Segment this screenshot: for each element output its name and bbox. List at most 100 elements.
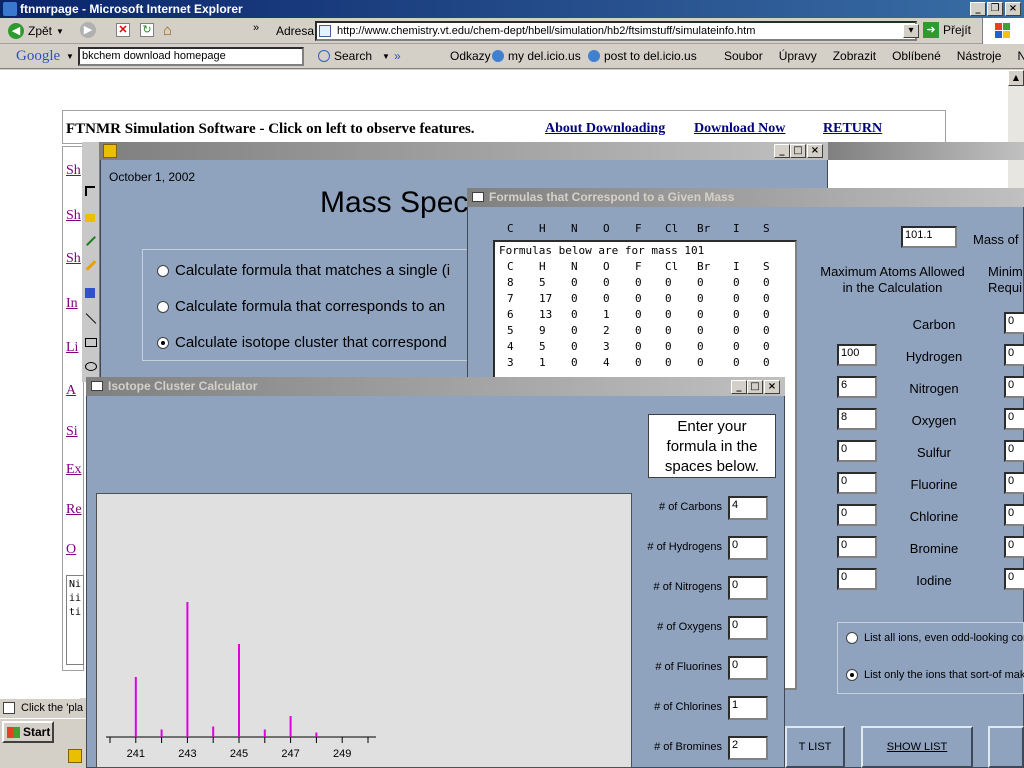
pointer-tool-icon[interactable]: [85, 186, 95, 196]
list-option-sorted[interactable]: List only the ions that sort-of make: [846, 669, 1024, 681]
formula-row[interactable]: 8 5 0 0 0 0 0 0 0: [495, 276, 795, 292]
menu-help[interactable]: Ná: [1017, 49, 1024, 63]
isotope-minimize-button[interactable]: _: [731, 380, 747, 394]
page-textarea[interactable]: Ni ii ti: [66, 575, 84, 665]
menu-edit[interactable]: Úpravy: [779, 49, 817, 63]
x-tick-label: 243: [178, 748, 196, 760]
formula-row[interactable]: 3 1 0 4 0 0 0 0 0: [495, 356, 795, 372]
stop-icon[interactable]: ✕: [116, 23, 130, 37]
element-max-input[interactable]: 0: [837, 536, 877, 558]
left-link-6[interactable]: A: [66, 383, 76, 399]
airbrush-tool-icon[interactable]: [85, 288, 95, 298]
ellipse-tool-icon[interactable]: [85, 362, 97, 371]
link-post-delicious[interactable]: post to del.icio.us: [588, 49, 697, 63]
element-min-input[interactable]: 0: [1004, 472, 1024, 494]
menu-tools[interactable]: Nástroje: [957, 49, 1002, 63]
fill-tool-icon[interactable]: [85, 214, 95, 222]
element-min-input[interactable]: 0: [1004, 536, 1024, 558]
mass-option-3-radio[interactable]: [157, 336, 169, 349]
extra-button[interactable]: [988, 726, 1024, 768]
element-min-input[interactable]: 0: [1004, 344, 1024, 366]
restore-button[interactable]: ❐: [987, 2, 1003, 16]
mass-option-2[interactable]: Calculate formula that corresponds to an: [157, 298, 445, 315]
left-link-7[interactable]: Si: [66, 424, 78, 440]
close-button[interactable]: ×: [1005, 2, 1021, 16]
element-max-input[interactable]: 0: [837, 504, 877, 526]
toolbar-overflow-icon[interactable]: »: [253, 22, 259, 34]
go-button[interactable]: ➜ Přejít: [923, 22, 971, 38]
isotope-field-input[interactable]: 4: [728, 496, 768, 520]
element-min-input[interactable]: 0: [1004, 408, 1024, 430]
element-min-input[interactable]: 0: [1004, 504, 1024, 526]
element-max-input[interactable]: 0: [837, 568, 877, 590]
left-link-9[interactable]: Re: [66, 502, 82, 518]
list-button[interactable]: T LIST: [785, 726, 845, 768]
quicklaunch-icon[interactable]: [68, 749, 82, 763]
search-button[interactable]: Search ▼ »: [318, 49, 401, 63]
isotope-field-value: 1: [732, 699, 739, 711]
google-search-input[interactable]: bkchem download homepage: [78, 47, 304, 66]
about-downloading-link[interactable]: About Downloading: [545, 121, 665, 137]
formula-row[interactable]: 6 13 0 1 0 0 0 0 0: [495, 308, 795, 324]
rectangle-tool-icon[interactable]: [85, 338, 97, 347]
menu-view[interactable]: Zobrazit: [833, 49, 876, 63]
mass-input[interactable]: 101.1: [901, 226, 957, 248]
menu-file[interactable]: Soubor: [724, 49, 763, 63]
left-link-2[interactable]: Sh: [66, 208, 81, 224]
address-bar[interactable]: http://www.chemistry.vt.edu/chem-dept/hb…: [315, 21, 917, 41]
left-link-4[interactable]: In: [66, 296, 78, 312]
refresh-icon[interactable]: ↻: [140, 23, 154, 37]
scroll-up-icon[interactable]: ▲: [1008, 70, 1024, 86]
element-min-input[interactable]: 0: [1004, 376, 1024, 398]
return-link[interactable]: RETURN: [823, 121, 882, 137]
formula-row[interactable]: 4 5 0 3 0 0 0 0 0: [495, 340, 795, 356]
formula-row[interactable]: 7 17 0 0 0 0 0 0 0: [495, 292, 795, 308]
mass-close-button[interactable]: ×: [807, 144, 823, 158]
left-link-1[interactable]: Sh: [66, 163, 81, 179]
download-now-link[interactable]: Download Now: [694, 121, 785, 137]
element-max-input[interactable]: 6: [837, 376, 877, 398]
element-max-input[interactable]: 0: [837, 440, 877, 462]
minimize-button[interactable]: _: [970, 2, 986, 16]
isotope-field-input[interactable]: 0: [728, 656, 768, 680]
formula-row[interactable]: 5 9 0 2 0 0 0 0 0: [495, 324, 795, 340]
element-min-input[interactable]: 0: [1004, 312, 1024, 334]
pen-tool-icon[interactable]: [86, 236, 96, 246]
show-list-button[interactable]: SHOW LIST: [861, 726, 973, 768]
element-min-input[interactable]: 0: [1004, 568, 1024, 590]
isotope-field-input[interactable]: 0: [728, 616, 768, 640]
home-icon[interactable]: ⌂: [163, 22, 172, 39]
mass-maximize-button[interactable]: □: [790, 144, 806, 158]
list-option-sorted-radio[interactable]: [846, 669, 858, 681]
mass-minimize-button[interactable]: _: [774, 144, 790, 158]
isotope-close-button[interactable]: ×: [764, 380, 780, 394]
list-option-all-radio[interactable]: [846, 632, 858, 644]
left-link-3[interactable]: Sh: [66, 251, 81, 267]
element-max-input[interactable]: 100: [837, 344, 877, 366]
isotope-maximize-button[interactable]: □: [747, 380, 763, 394]
element-max-input[interactable]: 8: [837, 408, 877, 430]
brush-tool-icon[interactable]: [85, 260, 97, 271]
isotope-field-input[interactable]: 0: [728, 536, 768, 560]
link-my-delicious[interactable]: my del.icio.us: [492, 49, 581, 63]
left-link-5[interactable]: Li: [66, 340, 78, 356]
left-link-8[interactable]: Ex: [66, 462, 82, 478]
start-button[interactable]: Start: [2, 721, 54, 743]
left-link-10[interactable]: O: [66, 542, 76, 558]
isotope-field-input[interactable]: 1: [728, 696, 768, 720]
mass-option-1[interactable]: Calculate formula that matches a single …: [157, 262, 450, 279]
back-button[interactable]: ◀ Zpět ▼: [8, 22, 64, 40]
line-tool-icon[interactable]: [85, 313, 97, 324]
element-max-input[interactable]: 0: [837, 472, 877, 494]
google-dropdown-icon[interactable]: ▼: [66, 52, 74, 61]
element-min-input[interactable]: 0: [1004, 440, 1024, 462]
mass-option-2-radio[interactable]: [157, 300, 169, 313]
mass-option-3[interactable]: Calculate isotope cluster that correspon…: [157, 334, 447, 351]
isotope-field-input[interactable]: 0: [728, 576, 768, 600]
forward-button[interactable]: ▶: [80, 22, 96, 38]
list-option-all[interactable]: List all ions, even odd-looking com: [846, 632, 1024, 644]
menu-favorites[interactable]: Oblíbené: [892, 49, 941, 63]
address-dropdown[interactable]: ▾: [903, 24, 919, 38]
isotope-field-input[interactable]: 2: [728, 736, 768, 760]
mass-option-1-radio[interactable]: [157, 264, 169, 277]
